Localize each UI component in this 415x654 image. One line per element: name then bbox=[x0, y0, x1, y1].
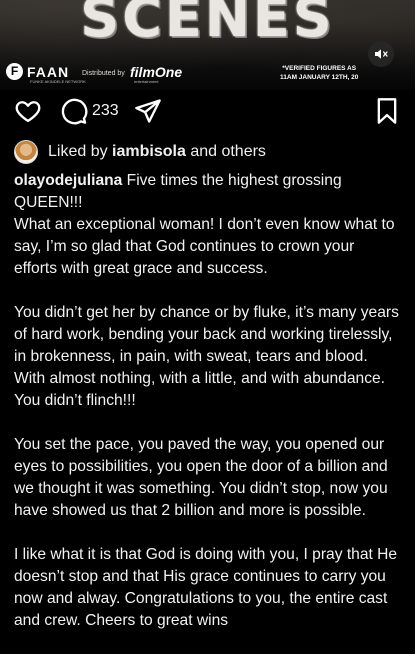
speaker-muted-icon bbox=[375, 49, 388, 59]
post-media[interactable]: SCENES F FAAN FUNKE AKINDELE NETWORK Dis… bbox=[0, 0, 415, 90]
comment-count: 233 bbox=[92, 102, 119, 119]
poster-title: SCENES bbox=[80, 0, 335, 49]
verified-figures-note: *VERIFIED FIGURES AS 11AM JANUARY 12TH, … bbox=[280, 64, 358, 82]
caption-first-line: olayodejuliana Five times the highest gr… bbox=[14, 170, 399, 214]
faan-mark-icon: F bbox=[6, 63, 23, 80]
caption-paragraph-2: You didn’t get her by chance or by fluke… bbox=[14, 304, 399, 409]
filmone-logo: filmOne bbox=[130, 64, 183, 80]
caption-paragraph-3: You set the pace, you paved the way, you… bbox=[14, 436, 388, 519]
post-caption: olayodejuliana Five times the highest gr… bbox=[14, 170, 399, 654]
mute-button[interactable] bbox=[368, 41, 394, 67]
save-button[interactable] bbox=[374, 97, 400, 125]
share-button[interactable] bbox=[134, 97, 162, 125]
faan-logo: F FAAN bbox=[6, 63, 69, 80]
heart-icon bbox=[15, 101, 41, 123]
caption-paragraph-1: What an exceptional woman! I don’t even … bbox=[14, 216, 395, 277]
filmone-subtext: entertainment bbox=[134, 79, 159, 84]
verified-line-1: *VERIFIED FIGURES AS bbox=[282, 65, 357, 72]
bookmark-icon bbox=[377, 98, 397, 124]
paper-plane-icon bbox=[135, 99, 161, 123]
caption-paragraph-4: I like what it is that God is doing with… bbox=[14, 546, 398, 629]
faan-logo-text: FAAN bbox=[27, 63, 70, 80]
liker-avatar[interactable] bbox=[14, 140, 38, 164]
liked-by-prefix: Liked by bbox=[48, 143, 108, 160]
verified-line-2: 11AM JANUARY 12TH, 20 bbox=[280, 74, 359, 81]
comment-button[interactable]: 233 bbox=[60, 97, 119, 125]
post-action-bar: 233 bbox=[0, 95, 415, 127]
caption-username[interactable]: olayodejuliana bbox=[14, 172, 122, 189]
faan-subtext: FUNKE AKINDELE NETWORK bbox=[30, 79, 86, 84]
liked-by-suffix[interactable]: and others bbox=[190, 143, 266, 161]
comment-bubble-icon bbox=[61, 98, 88, 125]
like-button[interactable] bbox=[14, 97, 42, 125]
liked-by-user[interactable]: iambisola bbox=[112, 143, 186, 161]
liked-by-row[interactable]: Liked by iambisola and others bbox=[14, 140, 266, 164]
distributed-by-label: Distributed by bbox=[82, 70, 125, 77]
